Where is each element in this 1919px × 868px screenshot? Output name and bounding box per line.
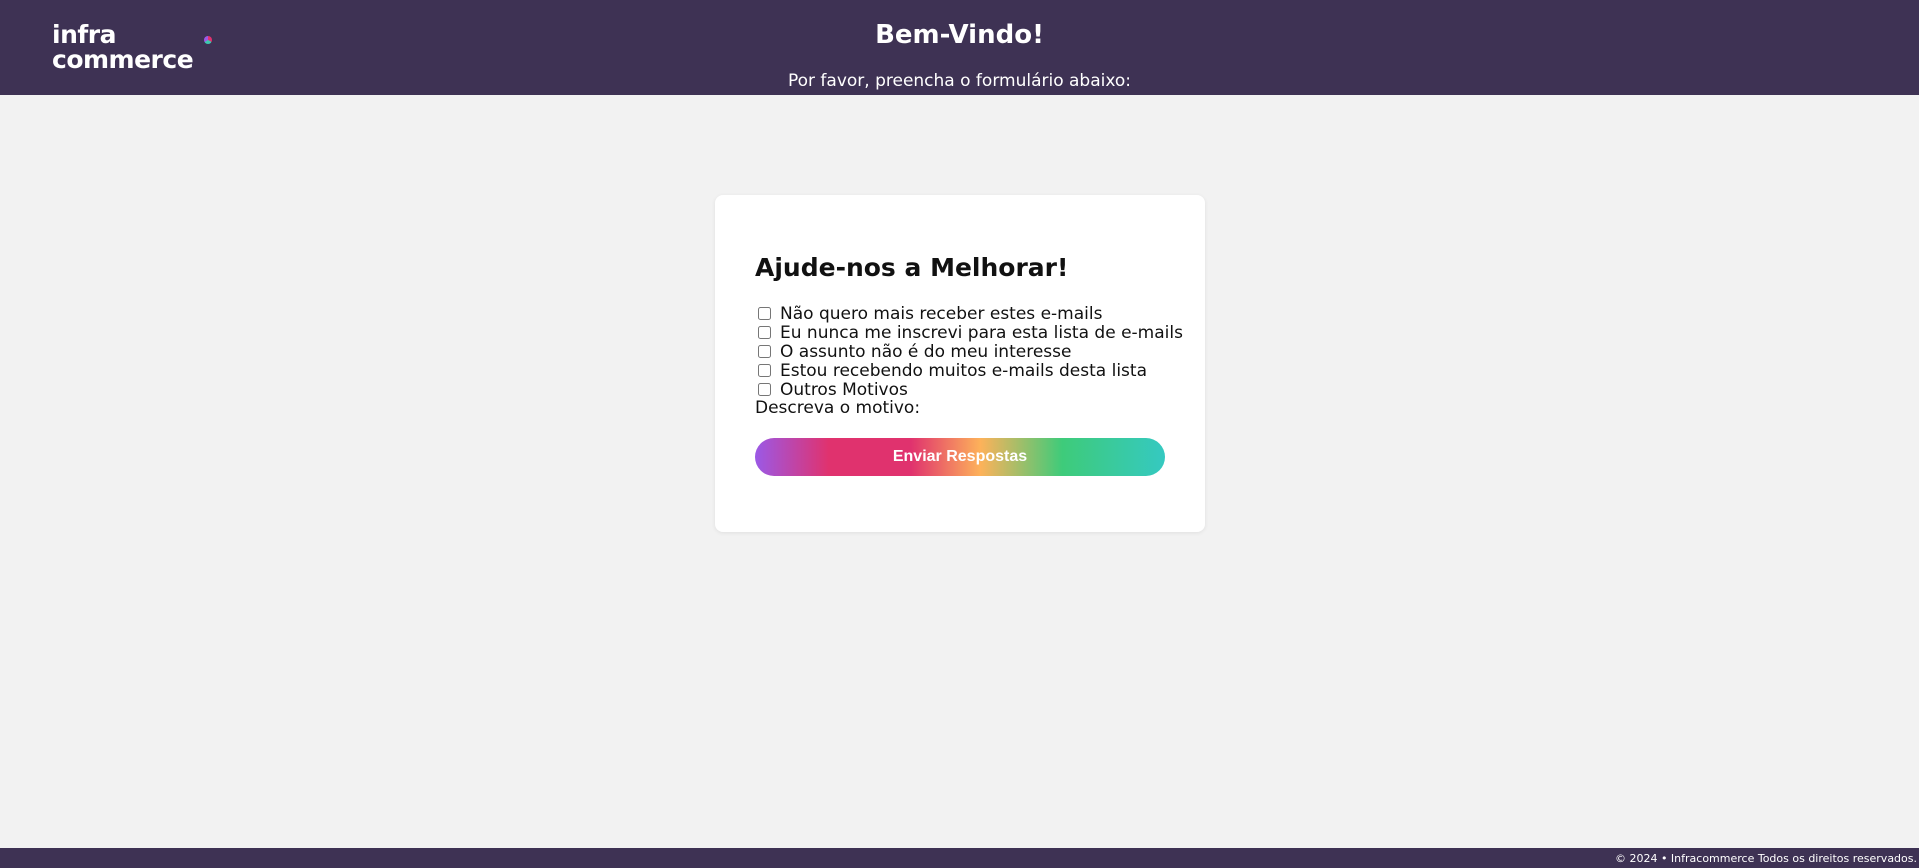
reason-option-never-subscribed[interactable]: Eu nunca me inscrevi para esta lista de …: [755, 322, 1185, 343]
page-title: Bem-Vindo!: [875, 20, 1044, 50]
reason-checkbox-never-subscribed[interactable]: [758, 326, 771, 339]
page-footer: © 2024 • Infracommerce Todos os direitos…: [0, 848, 1919, 868]
page-subtitle: Por favor, preencha o formulário abaixo:: [787, 71, 1132, 91]
reason-checkbox-no-more-emails[interactable]: [758, 307, 771, 320]
reason-label: O assunto não é do meu interesse: [780, 341, 1072, 362]
logo-line-2: commerce: [52, 45, 194, 74]
feedback-card: Ajude-nos a Melhorar! Não quero mais rec…: [715, 195, 1205, 532]
reason-checkbox-too-many-emails[interactable]: [758, 364, 771, 377]
describe-reason-label: Descreva o motivo:: [755, 398, 921, 418]
reason-options: Não quero mais receber estes e-mails Eu …: [755, 303, 1185, 400]
reason-option-other[interactable]: Outros Motivos: [755, 379, 1185, 400]
reason-label: Estou recebendo muitos e-mails desta lis…: [780, 360, 1147, 381]
reason-option-too-many-emails[interactable]: Estou recebendo muitos e-mails desta lis…: [755, 360, 1185, 381]
reason-option-not-interested[interactable]: O assunto não é do meu interesse: [755, 341, 1185, 362]
copyright-text: © 2024 • Infracommerce Todos os direitos…: [1614, 852, 1917, 865]
reason-label: Outros Motivos: [780, 379, 908, 400]
reason-label: Não quero mais receber estes e-mails: [780, 303, 1103, 324]
top-header: infra commerce Bem-Vindo! Por favor, pre…: [0, 0, 1919, 95]
reason-checkbox-not-interested[interactable]: [758, 345, 771, 358]
form-title: Ajude-nos a Melhorar!: [755, 253, 1069, 282]
submit-button[interactable]: Enviar Respostas: [755, 438, 1165, 476]
reason-label: Eu nunca me inscrevi para esta lista de …: [780, 322, 1183, 343]
reason-checkbox-other[interactable]: [758, 383, 771, 396]
reason-option-no-more-emails[interactable]: Não quero mais receber estes e-mails: [755, 303, 1185, 324]
